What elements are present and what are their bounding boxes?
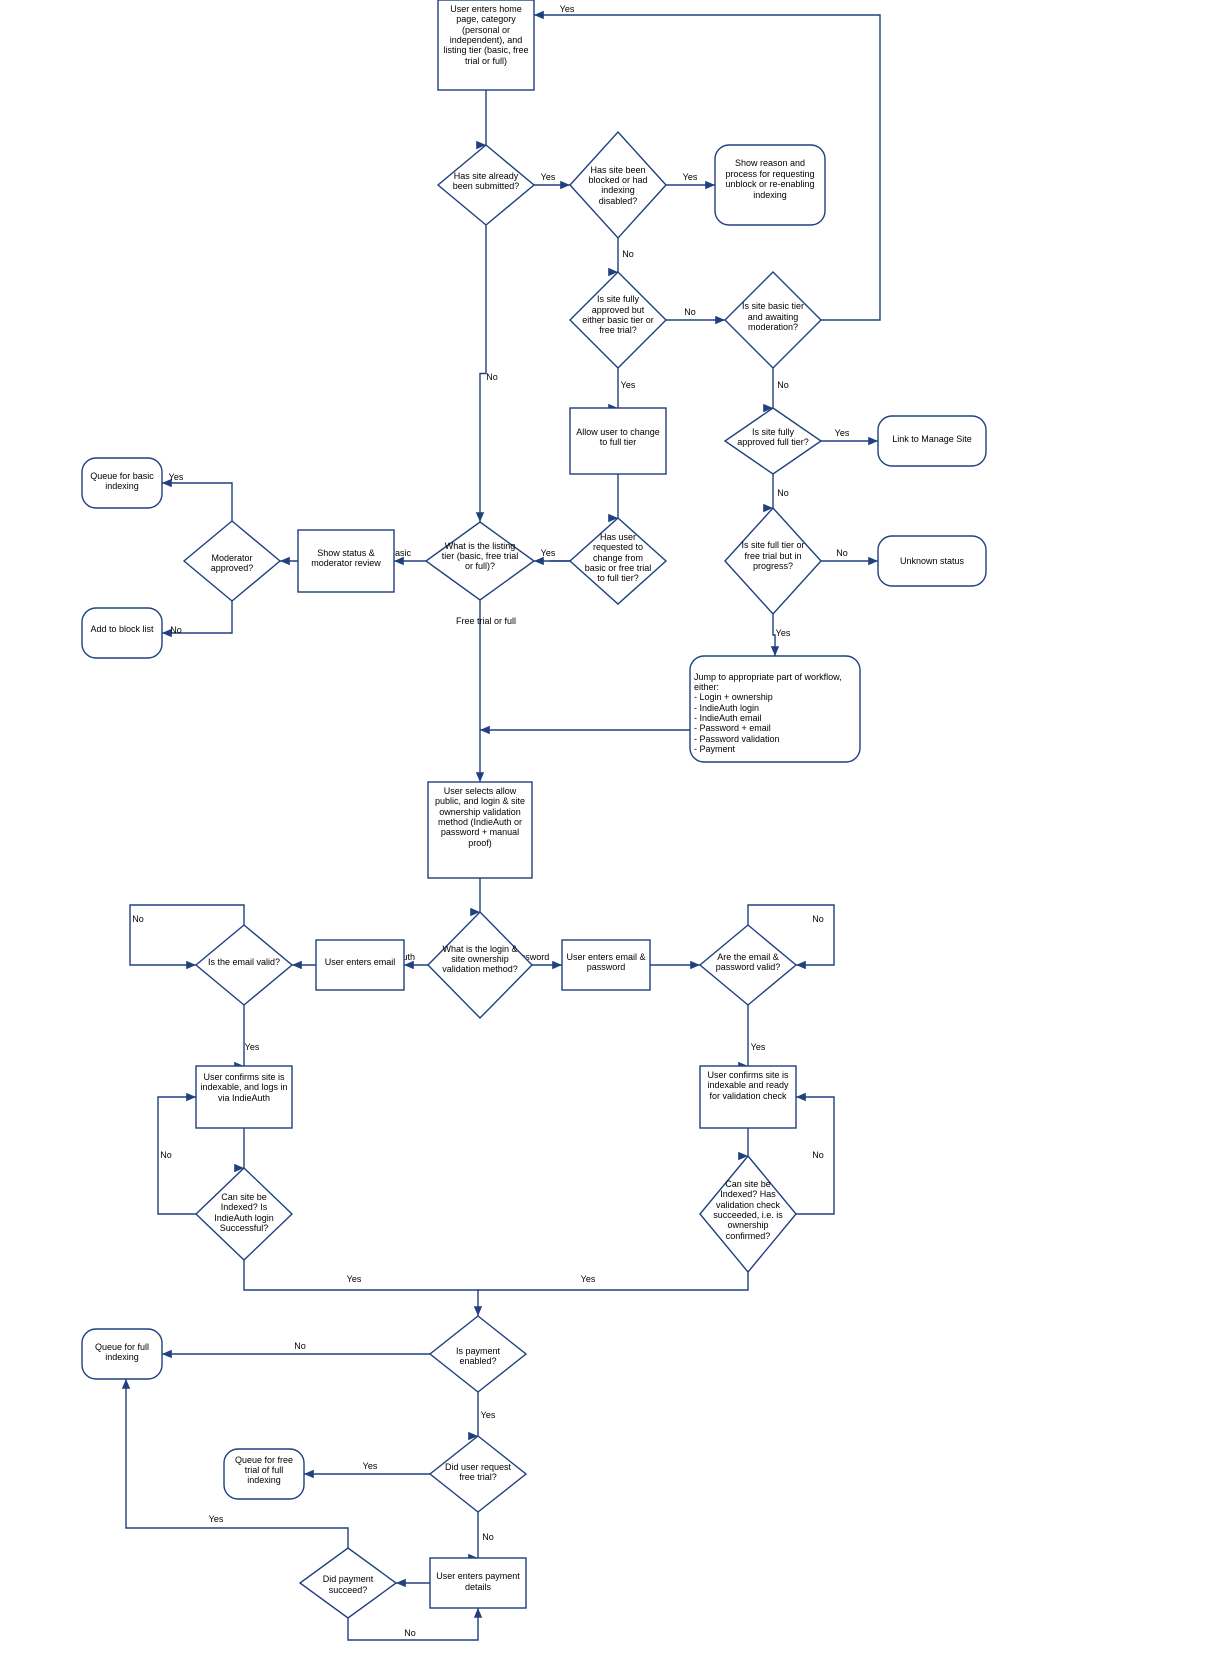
node-n33: User enters payment details bbox=[430, 1558, 526, 1659]
svg-text:No: No bbox=[684, 307, 696, 317]
node-n23: User enters email & password bbox=[562, 940, 650, 1152]
svg-text:No: No bbox=[812, 914, 824, 924]
node-n18: Jump to appropriate part of workflow, ei… bbox=[690, 656, 860, 872]
node-n12: Unknown status bbox=[878, 536, 986, 756]
svg-text:No: No bbox=[836, 548, 848, 558]
svg-text:No: No bbox=[132, 914, 144, 924]
svg-text:No: No bbox=[294, 1341, 306, 1351]
node-n21: User enters email bbox=[316, 940, 404, 1157]
svg-text:Yes: Yes bbox=[560, 4, 575, 14]
node-n15: Moderator approved? bbox=[184, 521, 280, 753]
svg-text:Yes: Yes bbox=[541, 548, 556, 558]
node-n2: Has site already been submitted? bbox=[438, 145, 534, 371]
svg-text:Yes: Yes bbox=[169, 472, 184, 482]
svg-text:Yes: Yes bbox=[347, 1274, 362, 1284]
svg-text:Yes: Yes bbox=[209, 1514, 224, 1524]
svg-text:Yes: Yes bbox=[581, 1274, 596, 1284]
svg-text:No: No bbox=[404, 1628, 416, 1638]
node-n13: What is the listing tier (basic, free tr… bbox=[426, 522, 534, 741]
node-n14: Show status & moderator review bbox=[298, 530, 394, 748]
svg-text:No: No bbox=[486, 372, 498, 382]
node-n32: Queue for free trial of full indexing bbox=[224, 1449, 304, 1655]
node-n17: Add to block list bbox=[82, 608, 162, 824]
svg-text:No: No bbox=[812, 1150, 824, 1160]
node-n20: What is the login & site ownership valid… bbox=[428, 912, 532, 1144]
svg-text:Yes: Yes bbox=[363, 1461, 378, 1471]
svg-text:Yes: Yes bbox=[541, 172, 556, 182]
svg-text:Yes: Yes bbox=[835, 428, 850, 438]
flowchart-diagram: YesYesNoNoYesNoYesNoYesNoYesNoBasicYesNo… bbox=[0, 0, 1220, 1659]
node-n34: Did payment succeed? bbox=[300, 1548, 396, 1659]
node-n28: Can site be Indexed? Has validation chec… bbox=[700, 1156, 796, 1379]
svg-text:Yes: Yes bbox=[683, 172, 698, 182]
svg-text:No: No bbox=[160, 1150, 172, 1160]
node-n10: Has user requested to change from basic … bbox=[570, 518, 666, 732]
node-n30: Queue for full indexing bbox=[82, 1329, 162, 1542]
svg-text:No: No bbox=[170, 625, 182, 635]
node-n26: Can site be Indexed? Is IndieAuth login … bbox=[196, 1168, 292, 1392]
